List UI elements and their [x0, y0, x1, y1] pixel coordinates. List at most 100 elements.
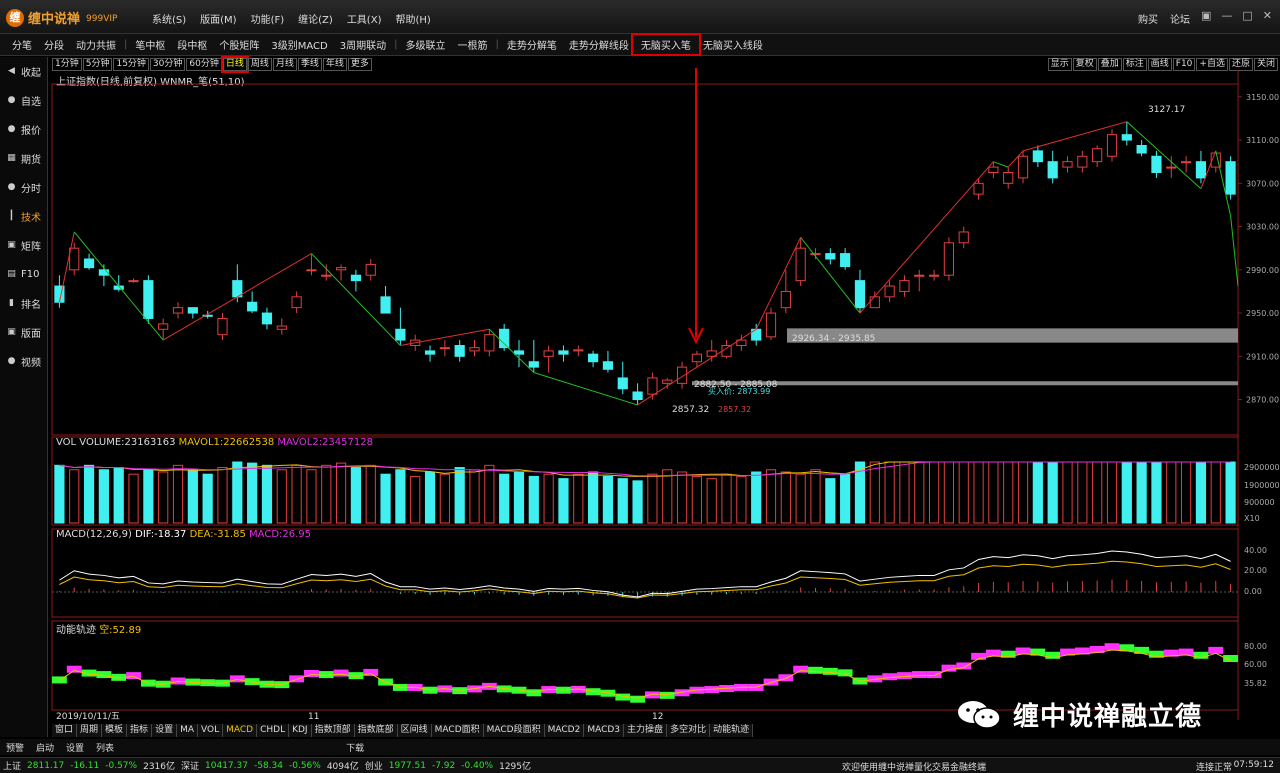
indicator-tab[interactable]: 区间线 — [397, 724, 432, 737]
volume-label: VOL VOLUME:23163163 — [56, 437, 176, 448]
volume-bar — [662, 469, 673, 524]
cy-change: -7.92 — [431, 760, 456, 771]
candle-body — [172, 307, 184, 314]
volume-bar — [840, 473, 851, 524]
candle-body — [573, 349, 584, 352]
volume-bar — [69, 469, 80, 524]
indicator-tab[interactable]: MACD — [223, 724, 258, 737]
bi-stroke-line — [755, 237, 802, 330]
momentum-block — [808, 666, 823, 674]
low-label: 2857.32 — [672, 405, 709, 415]
candle-body — [647, 377, 658, 395]
candle-body — [1121, 134, 1132, 141]
volume-bar — [869, 461, 880, 524]
indicator-tab[interactable]: 窗口 — [52, 724, 78, 737]
volume-bar — [350, 467, 362, 524]
candle-body — [899, 280, 910, 292]
volume-bar — [632, 480, 643, 524]
momentum-block — [837, 669, 853, 677]
candle-body — [869, 296, 880, 309]
volume-bar — [795, 473, 806, 524]
volume-bar — [232, 461, 243, 524]
candle-body — [247, 301, 258, 312]
sh-name: 上证 — [3, 762, 22, 772]
bi-stroke-line — [993, 161, 1009, 168]
candle-body — [558, 350, 569, 355]
indicator-tab[interactable]: 设置 — [152, 724, 178, 737]
candle-body — [499, 328, 510, 349]
indicator-tab[interactable]: MA — [177, 724, 198, 737]
candle-body — [632, 391, 643, 401]
volume-bar — [1151, 461, 1162, 524]
indicator-tab[interactable]: MACD面积 — [431, 724, 484, 737]
sh-amount: 2316亿 — [143, 762, 175, 772]
zone1-label: 2926.34 - 2935.85 — [792, 334, 875, 344]
volume-bar — [276, 469, 287, 524]
indicator-tab[interactable]: MACD3 — [584, 724, 625, 737]
bottom-bar: 预警 启动 设置 列表 下载 — [0, 739, 1280, 755]
candle-body — [1003, 172, 1014, 184]
bottom-bar-button[interactable]: 设置 — [60, 741, 90, 754]
bottom-bar-button[interactable]: 下载 — [340, 741, 370, 754]
candle-body — [291, 296, 302, 309]
indicator-tab[interactable]: MACD段面积 — [483, 724, 545, 737]
candle-body — [365, 263, 376, 276]
momentum-block — [526, 689, 542, 697]
candle-body — [1225, 161, 1236, 195]
indicator-tab[interactable]: 指数顶部 — [311, 724, 355, 737]
candle-body — [528, 361, 539, 368]
momentum-block — [333, 669, 349, 677]
volume-bar — [899, 461, 910, 524]
volume-bar — [1077, 461, 1088, 524]
volume-axis-label: 1900000 — [1244, 481, 1280, 490]
price-axis-label: 2870.00 — [1246, 396, 1279, 405]
indicator-tab[interactable]: MACD2 — [544, 724, 585, 737]
volume-bar — [528, 475, 539, 524]
main-chart[interactable]: 3150.00 3110.00 3070.00 3030.00 2990.00 2950.… — [0, 0, 1280, 773]
indicator-tab[interactable]: 模板 — [102, 724, 128, 737]
momentum-block — [126, 672, 141, 680]
volume-bar — [691, 475, 702, 524]
candle-body — [454, 345, 465, 357]
candle-body — [439, 347, 450, 350]
candle-body — [840, 253, 851, 268]
candle-body — [854, 280, 866, 309]
candle-body — [825, 253, 836, 260]
sz-value: 10417.37 — [205, 760, 248, 771]
momentum-block — [793, 665, 809, 673]
watermark-text: 缠中说禅融立德 — [1013, 702, 1203, 732]
indicator-tab[interactable]: 指数底部 — [354, 724, 398, 737]
candle-body — [380, 296, 391, 314]
volume-bar — [988, 461, 999, 524]
macd-axis-label: 0.00 — [1244, 587, 1262, 596]
bottom-bar-button[interactable]: 启动 — [30, 741, 60, 754]
indicator-tab[interactable]: 主力操盘 — [624, 724, 668, 737]
date-start-label: 2019/10/11/五 — [56, 712, 120, 722]
volume-bar — [573, 473, 584, 524]
volume-bar — [810, 469, 821, 524]
indicator-tab[interactable]: 多空对比 — [667, 724, 711, 737]
volume-bar — [602, 475, 614, 524]
indicator-tab[interactable]: CHDL — [257, 724, 290, 737]
price-axis-label: 3110.00 — [1246, 136, 1279, 145]
volume-bar — [439, 473, 450, 524]
indicator-tab[interactable]: KDJ — [289, 724, 312, 737]
indicator-tab[interactable]: VOL — [198, 724, 224, 737]
status-message: 欢迎使用缠中说禅量化交易金融终端 — [842, 763, 987, 773]
indicator-tab[interactable]: 周期 — [77, 724, 103, 737]
dif-label: DIF:-18.37 — [135, 529, 187, 540]
buy-point-label: 2857.32 — [718, 405, 751, 414]
volume-bar — [1121, 461, 1132, 524]
momentum-block — [941, 664, 957, 672]
volume-bar — [484, 464, 495, 524]
indicator-tab[interactable]: 动能轨迹 — [710, 724, 754, 737]
volume-axis-label: X10 — [1244, 514, 1260, 523]
bottom-bar-button[interactable]: 列表 — [90, 741, 120, 754]
volume-bar — [914, 461, 925, 524]
candle-body — [276, 325, 287, 330]
bottom-bar-button[interactable]: 预警 — [0, 741, 30, 754]
indicator-tab[interactable]: 指标 — [127, 724, 153, 737]
candle-body — [217, 317, 228, 336]
price-axis-label: 3150.00 — [1246, 93, 1279, 102]
price-axis-label: 2950.00 — [1246, 309, 1279, 318]
